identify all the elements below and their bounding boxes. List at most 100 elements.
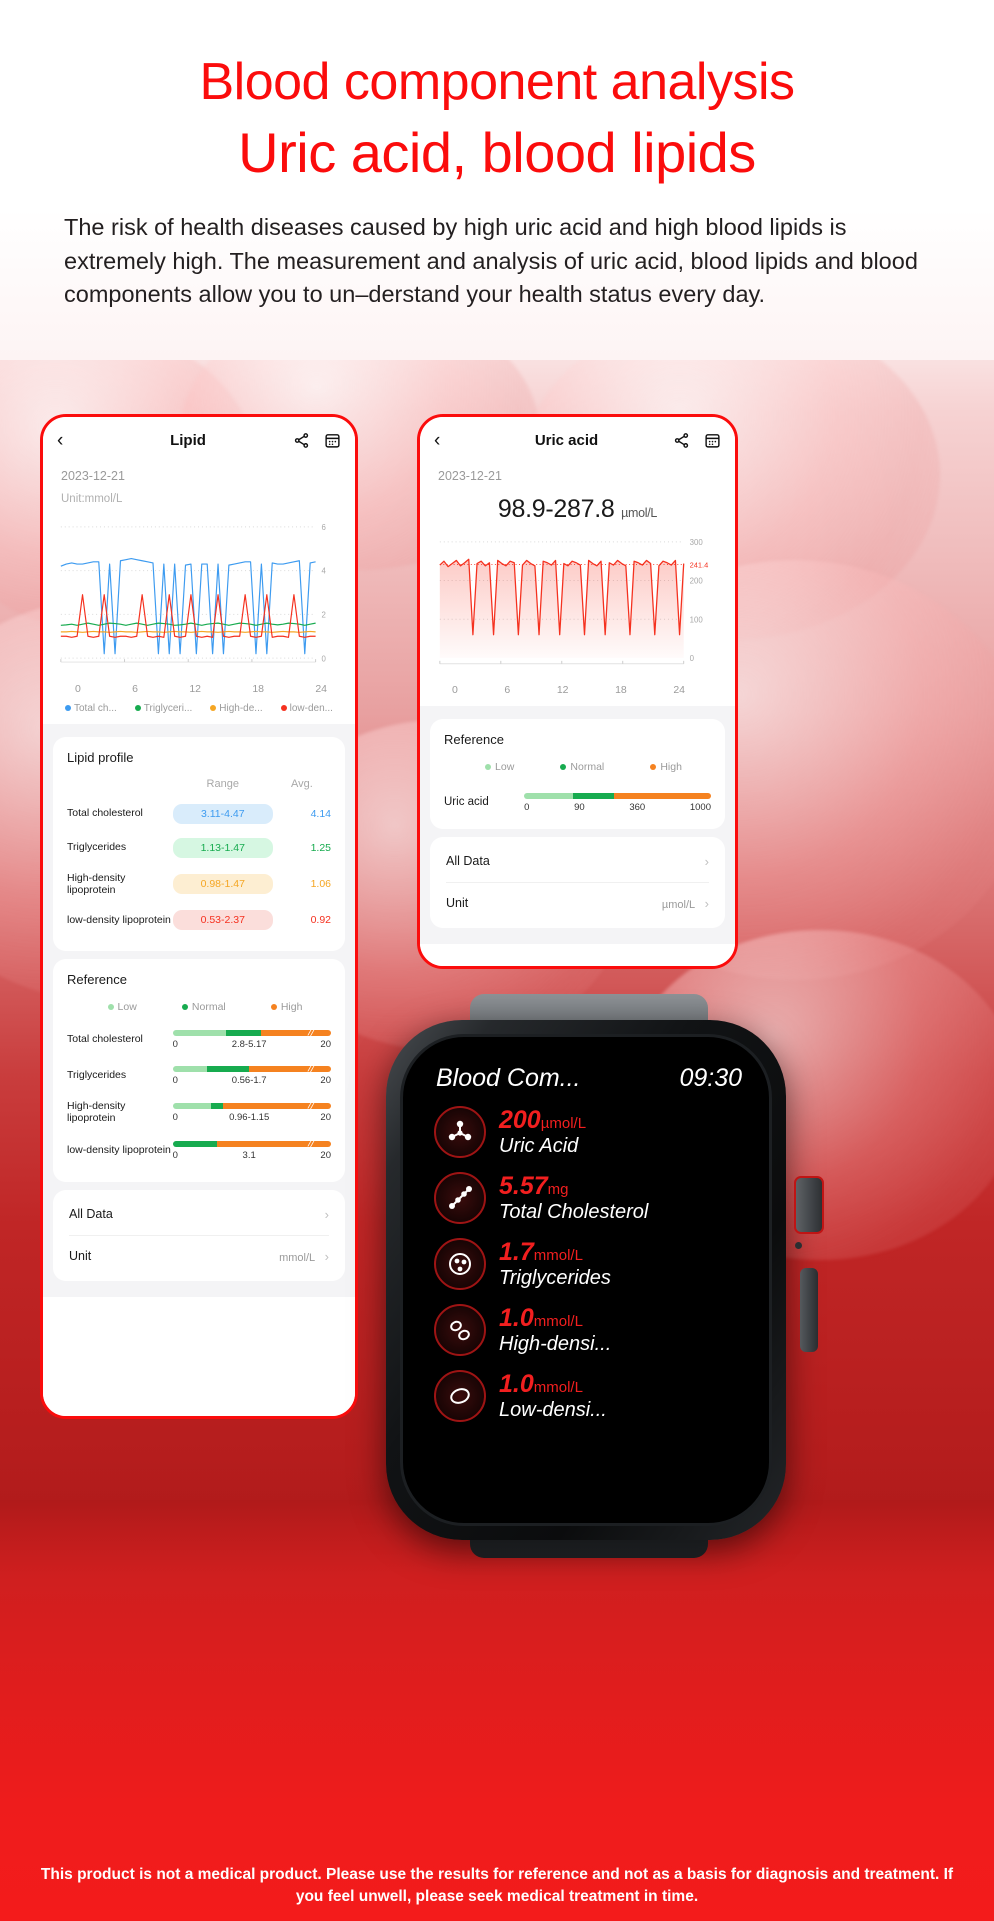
- uric-navbar: ‹ Uric acid: [420, 417, 735, 463]
- uric-chart-xticks: 0 6 12 18 24: [430, 682, 725, 696]
- svg-text:241.4: 241.4: [690, 561, 709, 570]
- svg-text:6: 6: [321, 523, 326, 532]
- xtick: 6: [504, 683, 511, 696]
- row-avg: 4.14: [310, 807, 331, 820]
- legend-item: Normal: [181, 1001, 226, 1014]
- tick-max: 20: [320, 1112, 331, 1124]
- share-icon[interactable]: [673, 432, 690, 449]
- watch-metric-text: 1.7mmol/L Triglycerides: [499, 1239, 611, 1289]
- watch-metric-total-cholesterol[interactable]: 5.57mg Total Cholesterol: [430, 1165, 748, 1231]
- row-range-cell: 0.98-1.47: [172, 865, 273, 904]
- reference-row-name: Triglycerides: [67, 1069, 127, 1082]
- reference-row: Triglycerides // 0 0.56-1.7 20: [67, 1057, 331, 1093]
- range-pill: 3.11-4.47: [172, 803, 273, 824]
- uric-big-value-wrap: 98.9-287.8 µmol/L: [420, 483, 735, 524]
- legend-dot: [134, 705, 141, 712]
- legend-label: Total ch...: [74, 702, 117, 714]
- uric-links-card: All Data › Unit µmol/L ›: [430, 836, 725, 928]
- legend-item: Low: [485, 761, 514, 773]
- watch-metric-text: 1.0mmol/L High-densi...: [499, 1305, 611, 1355]
- all-data-row[interactable]: All Data ›: [444, 841, 711, 882]
- reference-row-name: High-density lipoprotein: [67, 1100, 126, 1125]
- uric-big-unit: µmol/L: [621, 506, 658, 520]
- segment-high: [223, 1103, 331, 1110]
- watch-metric-label: Total Cholesterol: [499, 1200, 649, 1223]
- tick-min: 0: [172, 1075, 178, 1087]
- segment-normal: [172, 1140, 217, 1147]
- reference-ticks: 0 0.96-1.15 20: [173, 1112, 331, 1123]
- unit-row[interactable]: Unit mmol/L ›: [67, 1236, 331, 1277]
- watch-metric-text: 5.57mg Total Cholesterol: [499, 1173, 648, 1223]
- col-name: [67, 769, 173, 797]
- row-name: Total cholesterol: [67, 807, 143, 820]
- share-icon[interactable]: [293, 432, 310, 449]
- legend-label: Normal: [570, 760, 605, 773]
- page-header: Blood component analysis Uric acid, bloo…: [0, 0, 994, 311]
- tick-max: 20: [320, 1075, 331, 1087]
- watch-title: Blood Com...: [436, 1064, 581, 1092]
- lipid-profile-title: Lipid profile: [67, 749, 134, 765]
- all-data-label: All Data: [69, 1207, 113, 1222]
- legend-item: Total ch...: [65, 703, 117, 714]
- chevron-left-icon[interactable]: ‹: [434, 431, 460, 450]
- reference-bar: [524, 792, 711, 799]
- watch-crown[interactable]: [794, 1176, 824, 1234]
- xtick: 6: [132, 682, 138, 695]
- legend-item: High: [270, 1001, 302, 1013]
- tick-min: 0: [172, 1039, 178, 1051]
- svg-text:0: 0: [321, 654, 326, 663]
- watch-metric-hdl[interactable]: 1.0mmol/L High-densi...: [430, 1297, 748, 1363]
- watch-side-button[interactable]: [800, 1268, 818, 1352]
- watch-metric-label: Triglycerides: [499, 1266, 611, 1289]
- table-row: Total cholesterol 3.11-4.47 4.14: [67, 797, 331, 831]
- tick-min: 0: [172, 1112, 178, 1124]
- watch-metric-unit: mmol/L: [533, 1313, 583, 1331]
- uric-cards-area: Reference Low Normal High Uric acid 0 90…: [420, 705, 735, 944]
- reference-bar-wrap: // 0 0.56-1.7 20: [172, 1064, 331, 1087]
- reference-row: Total cholesterol // 0 2.8-5.17 20: [67, 1021, 331, 1057]
- table-row: High-density lipoprotein 0.98-1.47 1.06: [67, 865, 331, 904]
- segment-normal: [226, 1030, 262, 1037]
- svg-text:100: 100: [690, 615, 704, 624]
- uric-reference-card: Reference Low Normal High Uric acid 0 90…: [430, 718, 725, 829]
- molecule-triangle-icon: [434, 1106, 486, 1158]
- uric-big-value: 98.9-287.8: [497, 495, 615, 523]
- reference-ticks: 0 90 360 1000: [524, 802, 711, 813]
- legend-dot: [65, 705, 71, 712]
- watch-metric-ldl[interactable]: 1.0mmol/L Low-densi...: [430, 1363, 748, 1429]
- chevron-left-icon[interactable]: ‹: [57, 431, 83, 450]
- all-data-row[interactable]: All Data ›: [67, 1194, 331, 1235]
- legend-dot: [650, 763, 657, 770]
- headline-secondary: Uric acid, blood lipids: [238, 120, 756, 184]
- unit-value: µmol/L: [661, 898, 696, 911]
- uric-reference-title: Reference: [444, 731, 504, 747]
- watch-time: 09:30: [679, 1064, 742, 1092]
- tick-max: 20: [320, 1149, 331, 1161]
- watch-metric-unit: µmol/L: [540, 1115, 587, 1133]
- lipid-navbar: ‹ Lipid: [43, 417, 355, 463]
- watch-header: Blood Com... 09:30: [430, 1060, 748, 1099]
- calendar-icon[interactable]: [704, 432, 721, 449]
- reference-ticks: 0 3.1 20: [173, 1150, 331, 1161]
- unit-row[interactable]: Unit µmol/L ›: [444, 883, 711, 924]
- lipid-app-screen: ‹ Lipid 2023-12-21 Unit:mmol/L 0 2 4 6 0…: [43, 417, 355, 1416]
- xtick: 0: [452, 683, 458, 696]
- watch-metric-uric-acid[interactable]: 200µmol/L Uric Acid: [430, 1099, 748, 1165]
- legend-dot: [210, 705, 217, 712]
- watch-metric-label: Low-densi...: [499, 1398, 607, 1421]
- xtick: 18: [252, 682, 264, 695]
- row-name: low-density lipoprotein: [67, 914, 171, 927]
- legend-dot: [280, 705, 287, 712]
- unit-value: mmol/L: [279, 1251, 316, 1264]
- lipid-unit-label: Unit:mmol/L: [61, 493, 123, 505]
- legend-label: Triglyceri...: [143, 702, 193, 714]
- calendar-icon[interactable]: [324, 432, 341, 449]
- reference-bar-wrap: 0 90 360 1000: [524, 791, 711, 813]
- range-pill: 0.53-2.37: [172, 910, 273, 931]
- segment-normal: [572, 792, 614, 799]
- segment-high: [248, 1066, 331, 1073]
- watch-metric-triglycerides[interactable]: 1.7mmol/L Triglycerides: [430, 1231, 748, 1297]
- legend-label: Normal: [191, 1001, 226, 1014]
- legend-item: High-de...: [210, 703, 263, 714]
- tick-normal: 2.8-5.17: [231, 1039, 267, 1051]
